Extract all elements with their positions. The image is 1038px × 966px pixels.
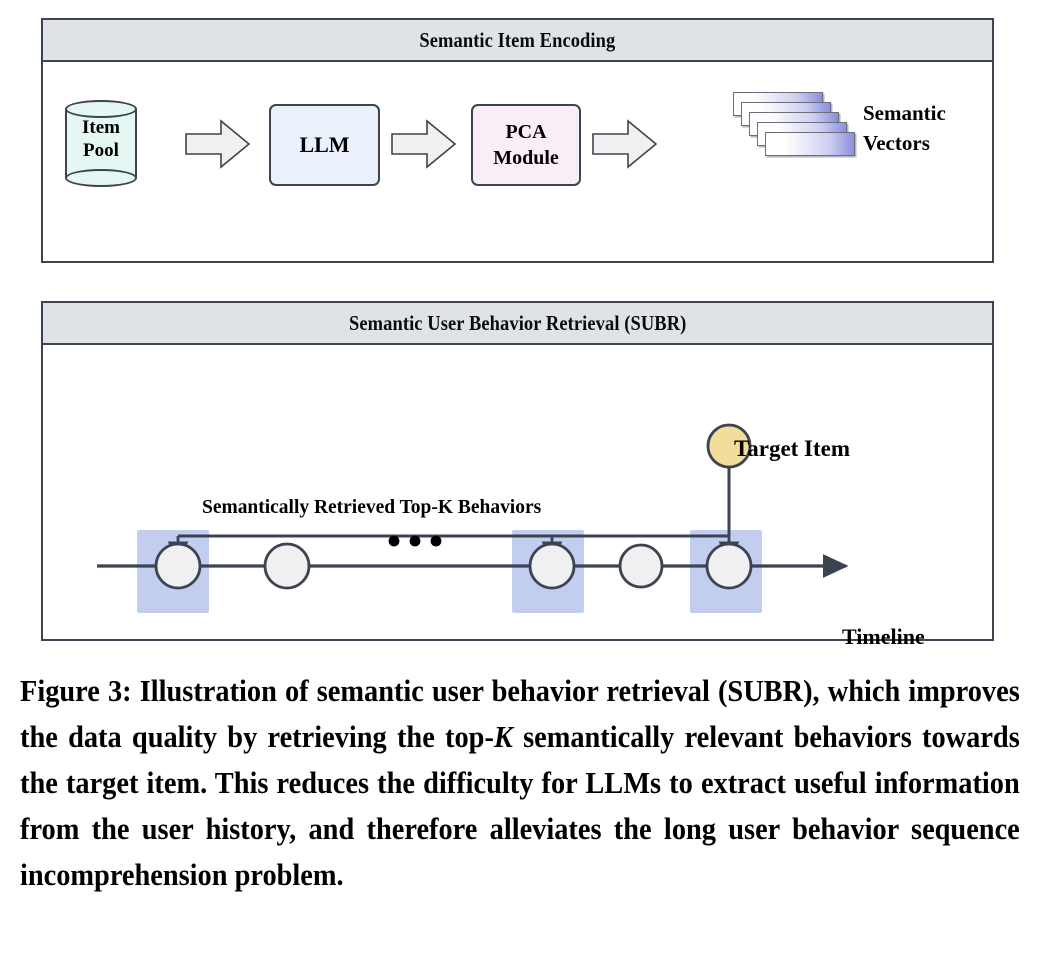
behavior-node-5 xyxy=(705,542,753,590)
target-item-label: Target Item xyxy=(734,436,851,461)
caption-italic-k: K xyxy=(493,720,513,754)
figure-3-root: Semantic Item Encoding Item Pool LLM PCA… xyxy=(0,0,1038,966)
panel-title-semantic-item-encoding: Semantic Item Encoding xyxy=(419,27,616,52)
topk-bracket-label: Semantically Retrieved Top-K Behaviors xyxy=(202,496,542,518)
subr-diagram xyxy=(97,423,849,613)
panel-header-subr: Semantic User Behavior Retrieval (SUBR) xyxy=(43,303,992,345)
semantic-vectors-label: Semantic Vectors xyxy=(863,98,1003,158)
item-pool-label-line2: Pool xyxy=(83,140,119,161)
figure-caption-text: Figure 3: Illustration of semantic user … xyxy=(20,668,1020,898)
panel-title-subr: Semantic User Behavior Retrieval (SUBR) xyxy=(348,310,687,335)
arrow-pca-to-vectors-icon xyxy=(592,119,658,169)
panel-body-encoding: Item Pool LLM PCA Module Semantic Vector… xyxy=(43,62,992,261)
behavior-node-4 xyxy=(618,543,664,589)
semantic-vectors-label-line1: Semantic xyxy=(863,101,946,125)
item-pool-label: Item Pool xyxy=(65,116,137,162)
ellipsis-dot xyxy=(430,535,442,547)
ellipsis-dot xyxy=(409,535,421,547)
pca-label-line1: PCA xyxy=(505,121,547,143)
timeline-label: Timeline xyxy=(842,624,925,649)
panel-semantic-user-behavior-retrieval: Semantic User Behavior Retrieval (SUBR) xyxy=(41,301,994,649)
behavior-node-3 xyxy=(528,542,576,590)
figure-caption: Figure 3: Illustration of semantic user … xyxy=(20,668,1020,898)
node-pca-module: PCA Module xyxy=(471,104,581,186)
behavior-node-1 xyxy=(154,542,202,590)
node-item-pool: Item Pool xyxy=(65,100,137,187)
llm-label: LLM xyxy=(299,132,350,157)
node-semantic-vectors xyxy=(733,92,861,192)
ellipsis-dot xyxy=(388,535,400,547)
pca-label-line2: Module xyxy=(493,147,559,169)
panel-semantic-item-encoding: Semantic Item Encoding Item Pool LLM PCA… xyxy=(41,18,994,263)
arrow-llm-to-pca-icon xyxy=(391,119,457,169)
behavior-node-2 xyxy=(263,542,311,590)
item-pool-label-line1: Item xyxy=(82,117,120,138)
node-llm: LLM xyxy=(269,104,380,186)
semantic-vector-bar xyxy=(765,132,855,156)
semantic-vectors-label-line2: Vectors xyxy=(863,131,930,155)
panel-body-subr: Target Item Semantically Retrieved Top-K… xyxy=(43,345,992,649)
arrow-pool-to-llm-icon xyxy=(185,119,251,169)
cylinder-bottom-ellipse xyxy=(65,169,137,187)
panel-header-encoding: Semantic Item Encoding xyxy=(43,20,992,62)
